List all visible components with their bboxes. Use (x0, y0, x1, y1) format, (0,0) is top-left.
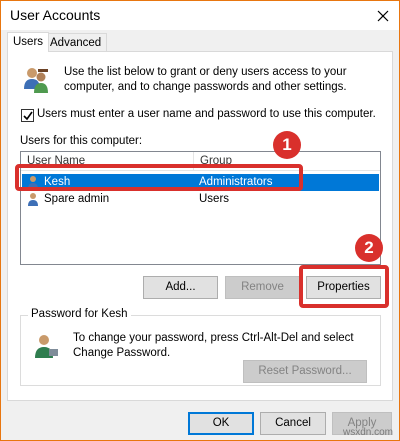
password-instructions: To change your password, press Ctrl-Alt-… (73, 332, 354, 359)
password-group-title: Password for Kesh (28, 308, 131, 320)
must-login-checkbox[interactable] (21, 109, 34, 122)
tab-advanced[interactable]: Advanced (44, 33, 108, 52)
must-login-label[interactable]: Users must enter a user name and passwor… (37, 108, 376, 120)
tab-users[interactable]: Users (7, 32, 50, 52)
title-bar[interactable]: User Accounts (1, 1, 399, 30)
annotation-highlight-properties (299, 265, 389, 308)
close-icon (377, 10, 389, 21)
user-accounts-window: User Accounts Users Advanced Use the lis… (0, 0, 400, 441)
intro-text: Use the list below to grant or deny user… (64, 66, 347, 93)
users-icon (24, 68, 48, 93)
table-row[interactable]: Spare admin Users (22, 191, 379, 208)
reset-password-button[interactable]: Reset Password... (243, 360, 367, 383)
user-icon (35, 335, 58, 358)
cancel-button[interactable]: Cancel (260, 412, 326, 435)
checkmark-icon (23, 111, 33, 121)
add-user-button[interactable]: Add... (143, 276, 218, 299)
user-icon (28, 193, 38, 206)
annotation-badge-1: 1 (273, 131, 301, 159)
annotation-badge-2: 2 (355, 234, 383, 262)
window-title: User Accounts (10, 7, 101, 23)
close-button[interactable] (367, 1, 399, 30)
watermark: wsxdn.com (342, 427, 393, 438)
annotation-highlight-user-row (15, 164, 303, 191)
group-cell: Users (199, 193, 230, 205)
remove-user-button[interactable]: Remove (225, 276, 300, 299)
users-list-label: Users for this computer: (20, 135, 143, 147)
user-name-cell: Spare admin (44, 193, 110, 205)
ok-button[interactable]: OK (188, 412, 254, 435)
